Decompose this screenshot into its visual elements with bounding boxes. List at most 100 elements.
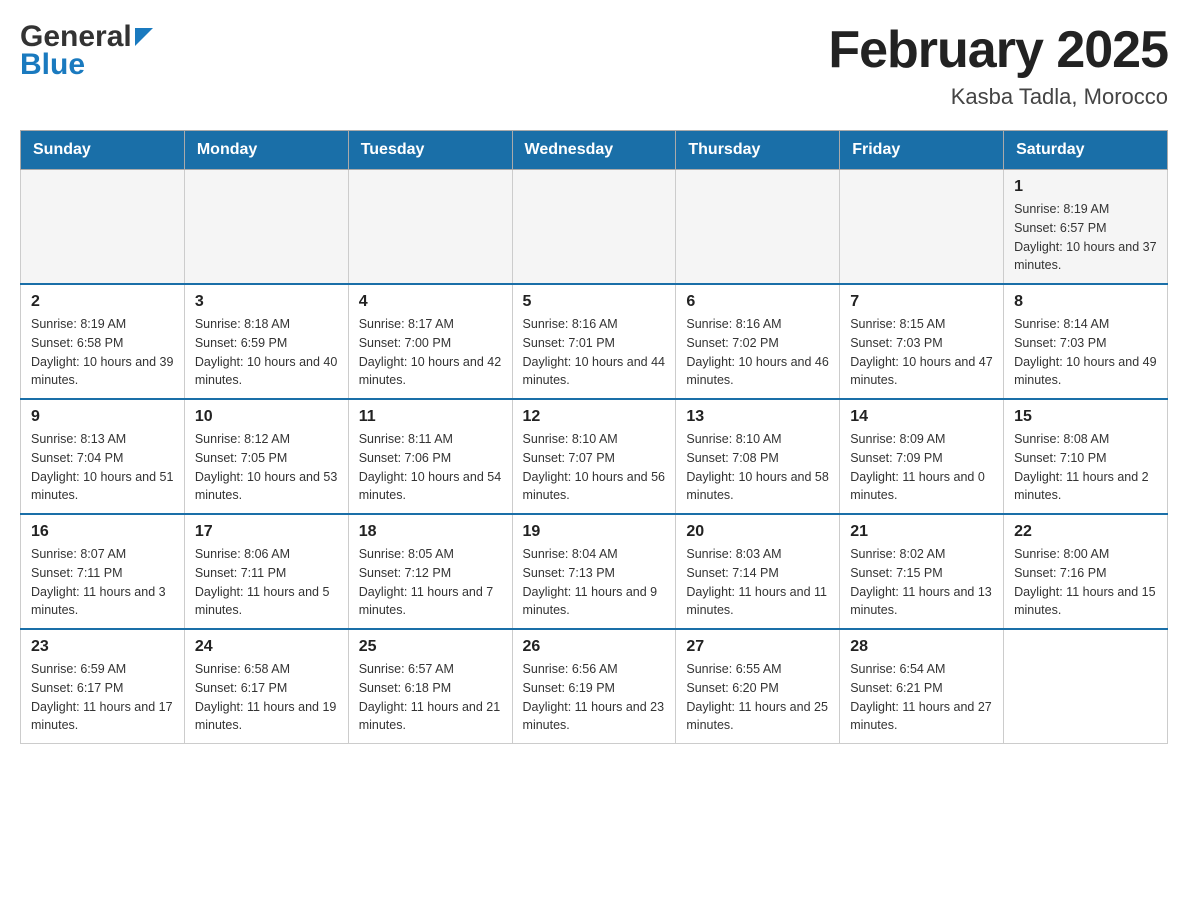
logo-blue-text: Blue [20,48,85,81]
day-info: Sunrise: 8:19 AM Sunset: 6:58 PM Dayligh… [31,315,174,390]
calendar-day-cell: 28 Sunrise: 6:54 AM Sunset: 6:21 PM Dayli… [840,629,1004,744]
day-info: Sunrise: 6:57 AM Sunset: 6:18 PM Dayligh… [359,660,502,735]
col-tuesday: Tuesday [348,131,512,170]
day-info: Sunrise: 8:15 AM Sunset: 7:03 PM Dayligh… [850,315,993,390]
day-number: 9 [31,408,174,426]
day-info: Sunrise: 8:05 AM Sunset: 7:12 PM Dayligh… [359,545,502,620]
calendar-day-cell [348,170,512,285]
day-info: Sunrise: 8:00 AM Sunset: 7:16 PM Dayligh… [1014,545,1157,620]
calendar-day-cell: 22 Sunrise: 8:00 AM Sunset: 7:16 PM Dayli… [1004,514,1168,629]
month-title: February 2025 [828,20,1168,80]
day-number: 7 [850,293,993,311]
calendar-day-cell [676,170,840,285]
day-number: 4 [359,293,502,311]
calendar-day-cell [21,170,185,285]
calendar-day-cell: 20Sunrise: 8:03 AM Sunset: 7:14 PM Dayli… [676,514,840,629]
day-number: 1 [1014,178,1157,196]
logo-arrow-icon [135,28,153,51]
calendar-day-cell: 4 Sunrise: 8:17 AM Sunset: 7:00 PM Daylig… [348,284,512,399]
day-info: Sunrise: 8:10 AM Sunset: 7:08 PM Dayligh… [686,430,829,505]
day-info: Sunrise: 8:04 AM Sunset: 7:13 PM Dayligh… [523,545,666,620]
calendar-day-cell: 12 Sunrise: 8:10 AM Sunset: 7:07 PM Dayli… [512,399,676,514]
day-info: Sunrise: 6:58 AM Sunset: 6:17 PM Dayligh… [195,660,338,735]
col-friday: Friday [840,131,1004,170]
day-number: 14 [850,408,993,426]
calendar-day-cell [1004,629,1168,744]
calendar-header-row: Sunday Monday Tuesday Wednesday Thursday… [21,131,1168,170]
day-info: Sunrise: 8:08 AM Sunset: 7:10 PM Dayligh… [1014,430,1157,505]
day-number: 13 [686,408,829,426]
day-info: Sunrise: 8:17 AM Sunset: 7:00 PM Dayligh… [359,315,502,390]
calendar-day-cell: 14 Sunrise: 8:09 AM Sunset: 7:09 PM Dayli… [840,399,1004,514]
calendar-day-cell: 6 Sunrise: 8:16 AM Sunset: 7:02 PM Daylig… [676,284,840,399]
day-info: Sunrise: 8:13 AM Sunset: 7:04 PM Dayligh… [31,430,174,505]
calendar-day-cell: 5Sunrise: 8:16 AM Sunset: 7:01 PM Daylig… [512,284,676,399]
title-area: February 2025 Kasba Tadla, Morocco [828,20,1168,110]
calendar-week-row: 2 Sunrise: 8:19 AM Sunset: 6:58 PM Daylig… [21,284,1168,399]
day-info: Sunrise: 6:55 AM Sunset: 6:20 PM Dayligh… [686,660,829,735]
calendar-day-cell: 27Sunrise: 6:55 AM Sunset: 6:20 PM Dayli… [676,629,840,744]
day-number: 8 [1014,293,1157,311]
logo: General Blue [20,20,153,82]
day-info: Sunrise: 8:11 AM Sunset: 7:06 PM Dayligh… [359,430,502,505]
col-thursday: Thursday [676,131,840,170]
day-info: Sunrise: 8:16 AM Sunset: 7:01 PM Dayligh… [523,315,666,390]
calendar-table: Sunday Monday Tuesday Wednesday Thursday… [20,130,1168,744]
day-info: Sunrise: 8:18 AM Sunset: 6:59 PM Dayligh… [195,315,338,390]
day-number: 26 [523,638,666,656]
calendar-day-cell: 16 Sunrise: 8:07 AM Sunset: 7:11 PM Dayli… [21,514,185,629]
day-number: 6 [686,293,829,311]
day-info: Sunrise: 8:14 AM Sunset: 7:03 PM Dayligh… [1014,315,1157,390]
calendar-day-cell: 2 Sunrise: 8:19 AM Sunset: 6:58 PM Daylig… [21,284,185,399]
day-number: 17 [195,523,338,541]
day-number: 19 [523,523,666,541]
day-info: Sunrise: 8:03 AM Sunset: 7:14 PM Dayligh… [686,545,829,620]
calendar-week-row: 9 Sunrise: 8:13 AM Sunset: 7:04 PM Daylig… [21,399,1168,514]
calendar-day-cell: 26Sunrise: 6:56 AM Sunset: 6:19 PM Dayli… [512,629,676,744]
col-wednesday: Wednesday [512,131,676,170]
calendar-day-cell: 25 Sunrise: 6:57 AM Sunset: 6:18 PM Dayli… [348,629,512,744]
day-number: 23 [31,638,174,656]
day-info: Sunrise: 8:06 AM Sunset: 7:11 PM Dayligh… [195,545,338,620]
day-info: Sunrise: 8:19 AM Sunset: 6:57 PM Dayligh… [1014,200,1157,275]
calendar-day-cell [840,170,1004,285]
calendar-day-cell [184,170,348,285]
col-saturday: Saturday [1004,131,1168,170]
calendar-day-cell: 15 Sunrise: 8:08 AM Sunset: 7:10 PM Dayli… [1004,399,1168,514]
day-number: 2 [31,293,174,311]
day-info: Sunrise: 8:07 AM Sunset: 7:11 PM Dayligh… [31,545,174,620]
day-info: Sunrise: 8:10 AM Sunset: 7:07 PM Dayligh… [523,430,666,505]
calendar-day-cell: 7 Sunrise: 8:15 AM Sunset: 7:03 PM Daylig… [840,284,1004,399]
day-number: 10 [195,408,338,426]
calendar-day-cell: 1 Sunrise: 8:19 AM Sunset: 6:57 PM Daylig… [1004,170,1168,285]
col-monday: Monday [184,131,348,170]
day-info: Sunrise: 8:12 AM Sunset: 7:05 PM Dayligh… [195,430,338,505]
day-info: Sunrise: 8:16 AM Sunset: 7:02 PM Dayligh… [686,315,829,390]
day-info: Sunrise: 6:54 AM Sunset: 6:21 PM Dayligh… [850,660,993,735]
calendar-day-cell: 18 Sunrise: 8:05 AM Sunset: 7:12 PM Dayli… [348,514,512,629]
page-header: General Blue February 2025 Kasba Tadla, … [20,20,1168,110]
day-number: 22 [1014,523,1157,541]
calendar-day-cell: 8 Sunrise: 8:14 AM Sunset: 7:03 PM Daylig… [1004,284,1168,399]
day-number: 16 [31,523,174,541]
day-info: Sunrise: 8:02 AM Sunset: 7:15 PM Dayligh… [850,545,993,620]
day-number: 12 [523,408,666,426]
calendar-day-cell: 19 Sunrise: 8:04 AM Sunset: 7:13 PM Dayli… [512,514,676,629]
day-number: 15 [1014,408,1157,426]
day-number: 3 [195,293,338,311]
day-info: Sunrise: 8:09 AM Sunset: 7:09 PM Dayligh… [850,430,993,505]
day-number: 21 [850,523,993,541]
logo-blue-row: Blue [20,48,85,82]
calendar-day-cell: 23Sunrise: 6:59 AM Sunset: 6:17 PM Dayli… [21,629,185,744]
day-number: 11 [359,408,502,426]
day-number: 25 [359,638,502,656]
day-number: 28 [850,638,993,656]
calendar-day-cell: 3 Sunrise: 8:18 AM Sunset: 6:59 PM Daylig… [184,284,348,399]
calendar-week-row: 1 Sunrise: 8:19 AM Sunset: 6:57 PM Daylig… [21,170,1168,285]
day-number: 24 [195,638,338,656]
calendar-day-cell: 24 Sunrise: 6:58 AM Sunset: 6:17 PM Dayli… [184,629,348,744]
day-number: 18 [359,523,502,541]
calendar-week-row: 16 Sunrise: 8:07 AM Sunset: 7:11 PM Dayli… [21,514,1168,629]
calendar-week-row: 23Sunrise: 6:59 AM Sunset: 6:17 PM Dayli… [21,629,1168,744]
calendar-day-cell: 11 Sunrise: 8:11 AM Sunset: 7:06 PM Dayli… [348,399,512,514]
